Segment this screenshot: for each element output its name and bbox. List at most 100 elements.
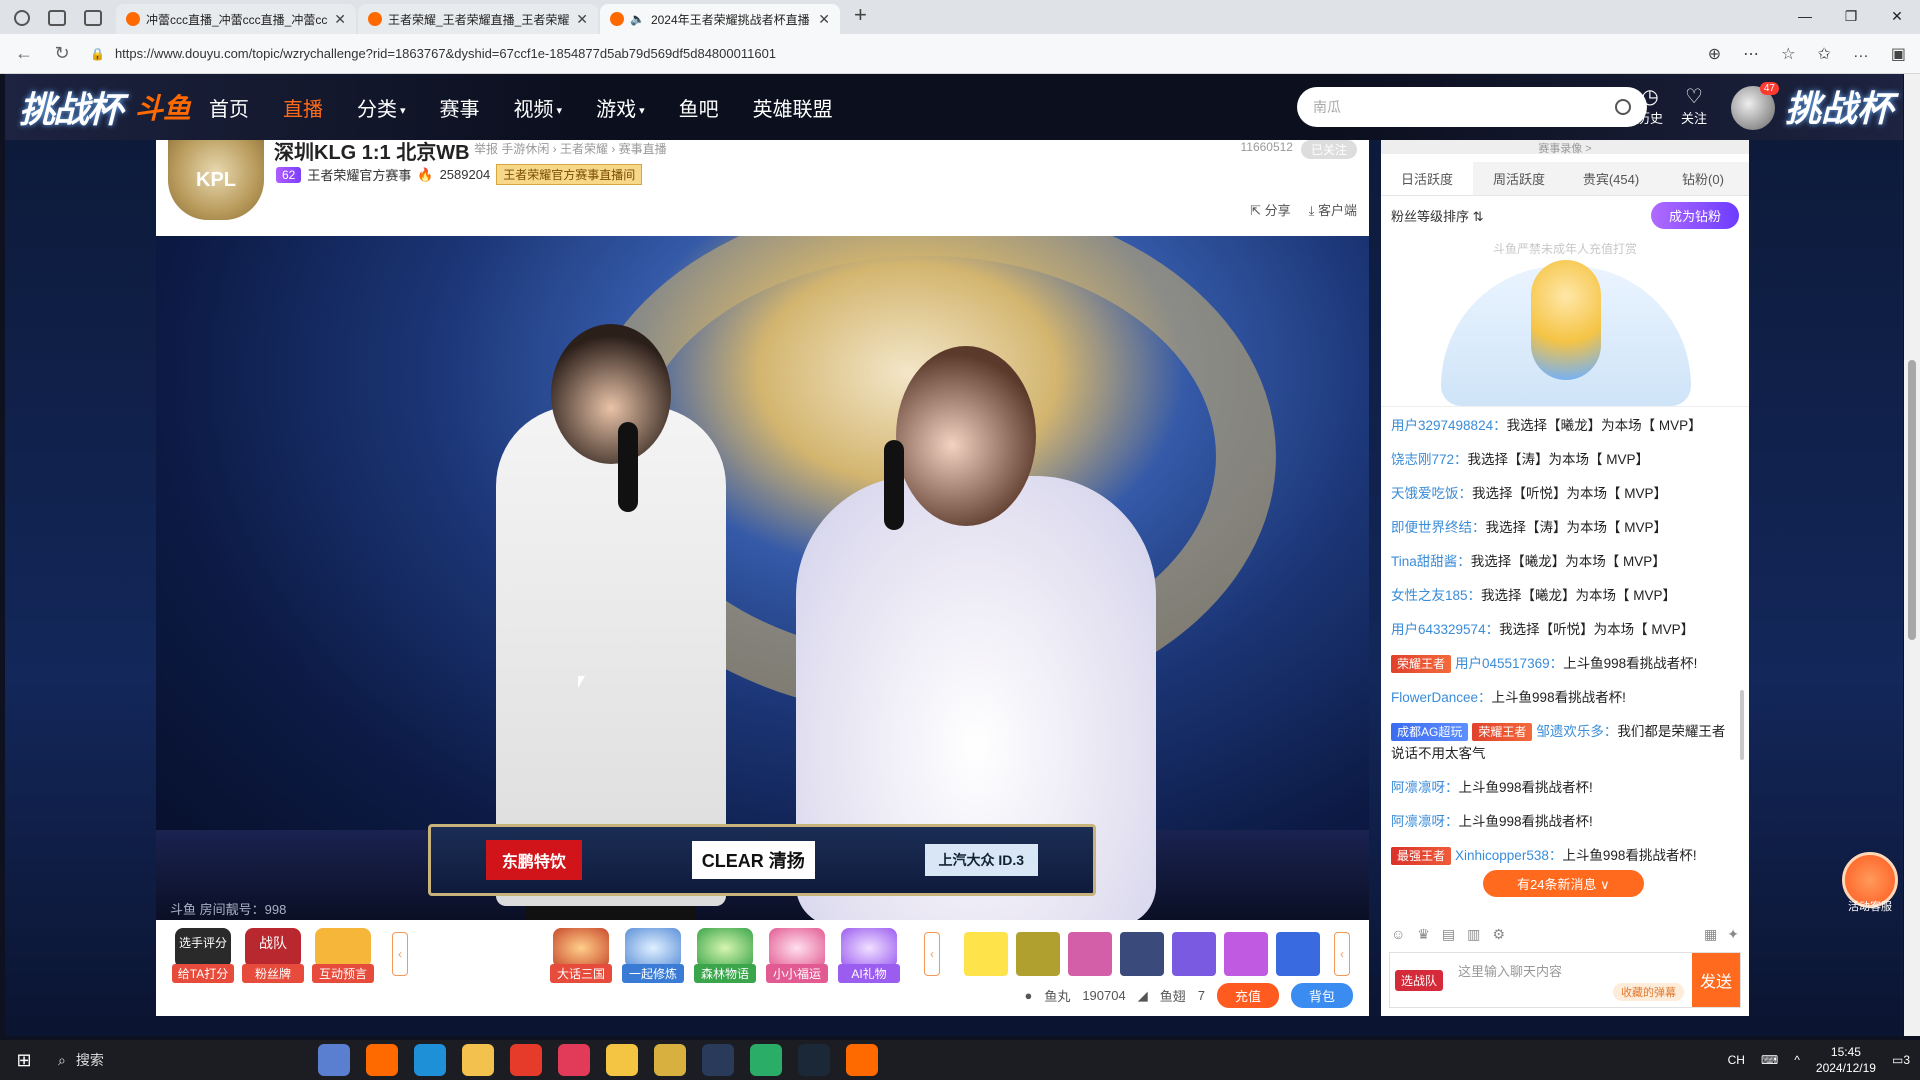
close-window-icon[interactable]: ✕ [1874,0,1920,32]
favorite-star-icon[interactable]: ☆ [1781,44,1795,64]
keyboard-icon[interactable]: ⌨ [1761,1053,1778,1067]
replay-link[interactable]: 赛事录像 > [1381,140,1749,155]
gift-effect-icon[interactable]: ✦ [1727,926,1739,943]
taskbar-search[interactable]: ⌕ 搜索 [48,1040,268,1080]
nav-lol[interactable]: 英雄联盟 [753,93,833,122]
room-breadcrumb[interactable]: 举报 手游休闲 › 王者荣耀 › 赛事直播 [474,140,667,157]
gift-card-icon[interactable] [1172,932,1216,976]
nav-games[interactable]: 游戏 [596,93,645,122]
url-field[interactable]: 🔒 https://www.douyu.com/topic/wzrychalle… [90,39,1690,69]
chat-username[interactable]: 邹遗欢乐多： [1536,724,1617,739]
badge-icon[interactable]: ♛ [1417,926,1430,943]
filter-icon[interactable]: ▦ [1704,926,1717,943]
tab-vip[interactable]: 贵宾(454) [1565,162,1657,195]
nav-video[interactable]: 视频 [514,93,563,122]
user-badge[interactable]: 荣耀王者 [1472,723,1533,741]
chat-username[interactable]: 饶志刚772： [1391,452,1468,467]
back-icon[interactable]: ← [14,43,34,64]
become-fan-button[interactable]: 成为钻粉 [1650,202,1739,229]
browser-tab-1[interactable]: 冲蕾ccc直播_冲蕾ccc直播_冲蕾ccc ✕ [116,4,356,34]
gift-card-icon[interactable] [1224,932,1268,976]
gift-team-fan-badge[interactable]: 战队 粉丝牌 [242,928,304,983]
clock[interactable]: 15:45 2024/12/19 [1816,1044,1876,1076]
lock-icon[interactable]: 🔒 [90,47,105,61]
settings-icon[interactable]: ⚙ [1492,926,1505,943]
chat-username[interactable]: 用户045517369： [1455,656,1563,671]
tab-diamond-fans[interactable]: 钻粉(0) [1657,162,1749,195]
gift-card-icon[interactable] [1068,932,1112,976]
steam-icon[interactable] [798,1044,830,1076]
saved-danmu-button[interactable]: 收藏的弹幕 [1613,983,1684,1001]
chat-username[interactable]: FlowerDancee： [1391,690,1492,705]
steam-icon[interactable] [702,1044,734,1076]
challenge-cup-logo[interactable]: 挑战杯 [5,77,135,137]
chat-username[interactable]: 天饿爱吃饭： [1391,486,1472,501]
chat-username[interactable]: 阿凛凛呀： [1391,814,1459,829]
gift-item[interactable]: 森林物语 [694,928,756,983]
chat-scrollbar[interactable] [1740,690,1744,760]
notification-icon[interactable]: ▭3 [1892,1053,1910,1067]
douyu-app-icon[interactable] [846,1044,878,1076]
share-button[interactable]: ⇱ 分享 [1250,200,1291,219]
page-scrollbar[interactable] [1904,74,1920,1036]
gift-helmet-icon[interactable] [1016,932,1060,976]
browser-tab-2[interactable]: 王者荣耀_王者荣耀直播_王者荣耀 ✕ [358,4,598,34]
douyu-app-icon[interactable] [366,1044,398,1076]
expand-left-arrow[interactable]: ‹ [392,932,408,976]
reader-icon[interactable]: ⋯ [1743,44,1759,64]
gift-rate-player[interactable]: 选手评分 给TA打分 [172,928,234,983]
chat-username[interactable]: 用户3297498824： [1391,418,1507,433]
gift-jet-icon[interactable] [1120,932,1164,976]
tab-daily[interactable]: 日活跃度 [1381,162,1473,195]
close-tab-icon[interactable]: ✕ [818,11,830,28]
search-icon[interactable] [1615,99,1631,115]
nav-events[interactable]: 赛事 [440,93,480,122]
user-badge[interactable]: 最强王者 [1391,847,1452,865]
followed-pill[interactable]: 已关注 [1300,140,1357,159]
avatar[interactable]: 47 [1731,82,1779,130]
chat-username[interactable]: 女性之友185： [1391,588,1481,603]
game-app-icon[interactable] [318,1044,350,1076]
page-scrollbar-thumb[interactable] [1908,360,1916,640]
close-tab-icon[interactable]: ✕ [334,11,346,28]
restore-icon[interactable]: ❐ [1828,0,1874,32]
charge-button[interactable]: 充值 [1216,983,1279,1008]
emoji-icon[interactable]: ☺ [1391,926,1405,943]
douyu-logo[interactable]: 斗鱼 [135,87,191,127]
choose-team-button[interactable]: 选战队 [1390,953,1448,1007]
chat-username[interactable]: Tina甜甜酱： [1391,554,1471,569]
zoom-icon[interactable]: ⊕ [1708,44,1721,64]
new-tab-button[interactable]: + [842,2,879,34]
more-icon[interactable]: … [1853,44,1869,64]
fan-sort-toggle[interactable]: 粉丝等级排序 ⇅ [1391,206,1484,225]
workspaces-icon[interactable] [48,10,66,26]
nav-category[interactable]: 分类 [357,93,406,122]
kpl-logo[interactable]: KPL [168,140,264,220]
tray-expand-icon[interactable]: ^ [1794,1053,1800,1067]
app-icon[interactable] [654,1044,686,1076]
minimize-icon[interactable]: — [1782,0,1828,32]
tab-actions-icon[interactable] [84,10,102,26]
chat-username[interactable]: Xinhicopper538： [1455,848,1562,863]
ime-indicator[interactable]: CH [1728,1053,1745,1067]
follow-button[interactable]: ♡ 关注 [1681,86,1707,127]
send-button[interactable]: 发送 [1692,953,1740,1007]
speaker-icon[interactable]: 🔈 [630,12,645,26]
sidebar-icon[interactable]: ▣ [1891,44,1906,64]
activity-service-button[interactable]: 活动客服 [1840,852,1900,918]
windows-start-icon[interactable]: ⊞ [0,1040,48,1080]
client-button[interactable]: ⤓ 客户端 [1309,200,1357,219]
app-icon[interactable] [510,1044,542,1076]
bag-button[interactable]: 背包 [1290,983,1353,1008]
nav-live[interactable]: 直播 [283,93,323,122]
gift-item[interactable]: 大话三国 [550,928,612,983]
wechat-icon[interactable] [750,1044,782,1076]
gift-item[interactable]: AI礼物 [838,928,900,983]
gift-rocket-icon[interactable] [1276,932,1320,976]
refresh-icon[interactable]: ↻ [52,43,72,64]
chat-input[interactable]: 这里输入聊天内容 收藏的弹幕 [1448,953,1692,1007]
edge-app-icon[interactable] [414,1044,446,1076]
netease-music-icon[interactable] [558,1044,590,1076]
nav-yuba[interactable]: 鱼吧 [679,93,719,122]
user-badge[interactable]: 荣耀王者 [1391,655,1452,673]
